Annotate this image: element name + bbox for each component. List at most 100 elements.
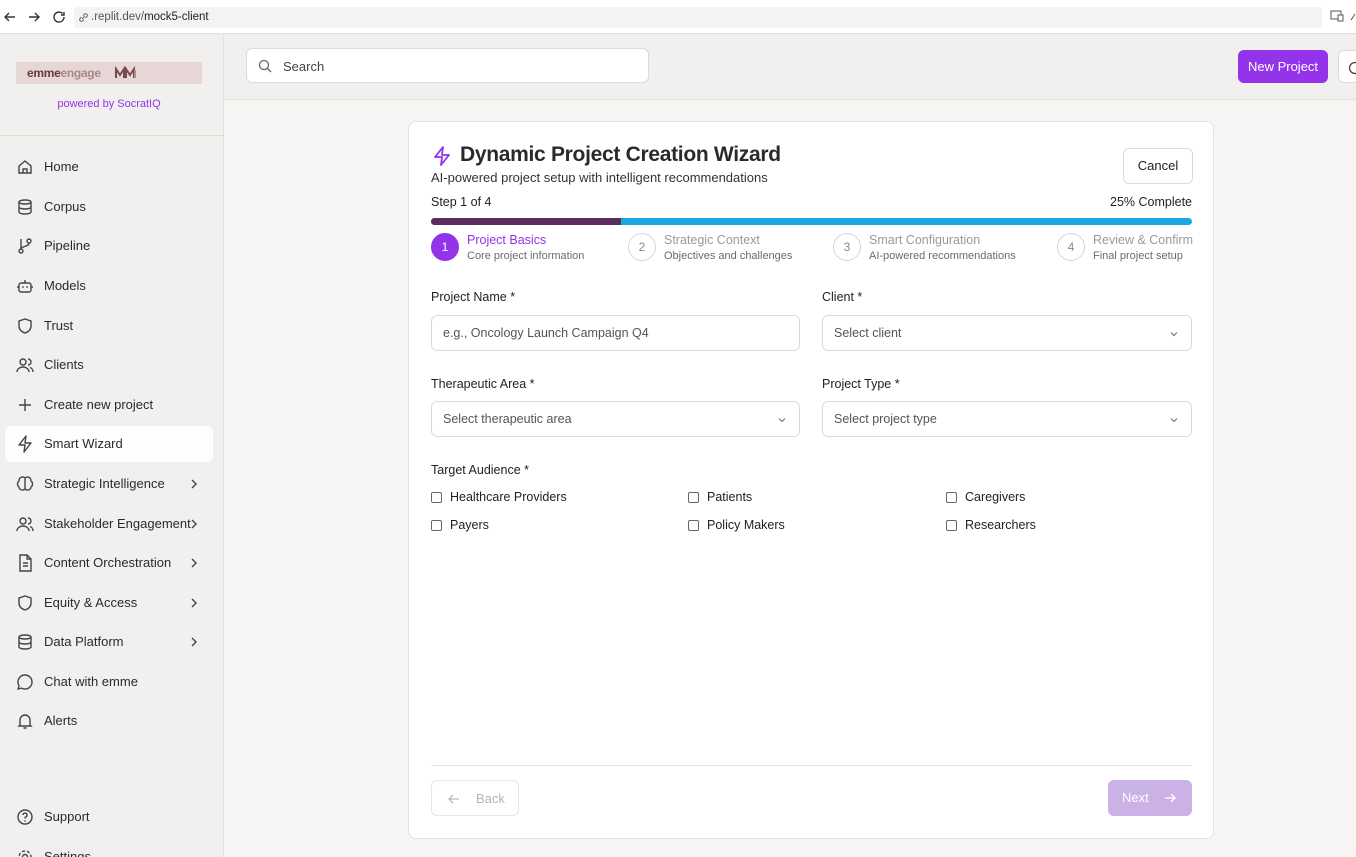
audience-option-label: Healthcare Providers (450, 490, 567, 504)
arrow-right-icon (1165, 793, 1176, 803)
users-icon (16, 517, 34, 532)
audience-option-label: Policy Makers (707, 518, 785, 532)
checkbox[interactable] (946, 519, 957, 531)
sidebar-item-equity-access[interactable]: Equity & Access (5, 585, 213, 621)
sidebar-item-smart-wizard[interactable]: Smart Wizard (5, 426, 213, 462)
brand-name-part1: emme (27, 66, 61, 80)
project-name-input[interactable]: e.g., Oncology Launch Campaign Q4 (431, 315, 800, 351)
audience-option-label: Caregivers (965, 490, 1026, 504)
back-arrow-icon[interactable] (2, 9, 18, 25)
client-select[interactable]: Select client (822, 315, 1192, 351)
sidebar-item-content-orchestration[interactable]: Content Orchestration (5, 545, 213, 581)
help-button[interactable] (1338, 50, 1356, 83)
step-description: AI-powered recommendations (869, 250, 1016, 262)
checkbox[interactable] (946, 491, 957, 503)
audience-option[interactable]: Policy Makers (688, 518, 785, 532)
sidebar-item-settings[interactable]: Settings (5, 839, 213, 857)
search-input[interactable]: Search (246, 48, 649, 83)
zap-icon (434, 146, 450, 166)
sidebar-item-corpus[interactable]: Corpus (5, 189, 213, 225)
next-button-label: Next (1122, 790, 1149, 805)
next-button[interactable]: Next (1108, 780, 1192, 816)
target-audience-label: Target Audience * (431, 463, 529, 477)
wizard-subtitle: AI-powered project setup with intelligen… (431, 170, 768, 185)
chevron-down-icon (1170, 332, 1178, 337)
sidebar-item-pipeline[interactable]: Pipeline (5, 228, 213, 264)
sidebar-item-label: Strategic Intelligence (44, 476, 165, 491)
sidebar: emmeengage powered by SocratIQ Home Corp… (0, 34, 224, 857)
brand-logo[interactable]: emmeengage (16, 62, 202, 84)
sidebar-item-trust[interactable]: Trust (5, 308, 213, 344)
sidebar-item-clients[interactable]: Clients (5, 347, 213, 383)
audience-option[interactable]: Patients (688, 490, 752, 504)
back-button[interactable]: Back (431, 780, 519, 816)
sidebar-item-chat-with-emme[interactable]: Chat with emme (5, 664, 213, 700)
bell-icon (17, 714, 33, 729)
checkbox[interactable] (688, 519, 699, 531)
users-icon (16, 358, 34, 373)
sidebar-item-home[interactable]: Home (5, 149, 213, 185)
search-icon (258, 59, 272, 73)
sidebar-item-label: Stakeholder Engagement (44, 516, 191, 531)
sidebar-item-strategic-intelligence[interactable]: Strategic Intelligence (5, 466, 213, 502)
database-icon (18, 199, 32, 215)
sidebar-item-alerts[interactable]: Alerts (5, 703, 213, 739)
extension-icon[interactable] (1350, 10, 1356, 22)
cast-icon[interactable] (1330, 10, 1344, 22)
sidebar-item-label: Trust (44, 318, 74, 333)
back-button-label: Back (476, 791, 505, 806)
project-type-value: Select project type (834, 412, 937, 426)
checkbox[interactable] (431, 519, 442, 531)
audience-option-label: Payers (450, 518, 489, 532)
sidebar-item-data-platform[interactable]: Data Platform (5, 624, 213, 660)
sidebar-item-label: Alerts (44, 713, 78, 728)
sidebar-divider (0, 135, 224, 136)
help-circle-icon (1348, 61, 1356, 75)
forward-arrow-icon[interactable] (26, 9, 42, 25)
cancel-button[interactable]: Cancel (1123, 148, 1193, 184)
gear-icon (18, 850, 32, 857)
sidebar-item-support[interactable]: Support (5, 799, 213, 835)
checkbox[interactable] (431, 491, 442, 503)
reload-icon[interactable] (51, 9, 67, 25)
step-title: Project Basics (467, 233, 547, 247)
sidebar-item-label: Smart Wizard (44, 436, 123, 451)
audience-option[interactable]: Researchers (946, 518, 1036, 532)
step-title: Smart Configuration (869, 233, 981, 247)
sidebar-item-label: Data Platform (44, 634, 124, 649)
step-title: Strategic Context (664, 233, 760, 247)
new-project-button[interactable]: New Project (1238, 50, 1328, 83)
project-name-placeholder: e.g., Oncology Launch Campaign Q4 (443, 326, 649, 340)
therapeutic-area-select[interactable]: Select therapeutic area (431, 401, 800, 437)
checkbox[interactable] (688, 491, 699, 503)
audience-option[interactable]: Payers (431, 518, 489, 532)
step-title: Review & Confirm (1093, 233, 1194, 247)
therapeutic-area-label: Therapeutic Area * (431, 377, 535, 391)
address-bar[interactable]: .replit.dev/mock5-client (74, 7, 1322, 28)
site-info-icon[interactable] (78, 12, 89, 23)
sidebar-item-label: Corpus (44, 199, 86, 214)
sidebar-item-models[interactable]: Models (5, 268, 213, 304)
step-description: Core project information (467, 250, 585, 262)
shield-icon (18, 318, 32, 334)
chevron-right-icon (191, 519, 197, 529)
sidebar-item-label: Settings (44, 849, 91, 857)
plus-icon (19, 399, 31, 411)
sidebar-item-label: Pipeline (44, 238, 91, 253)
sidebar-item-create-new-project[interactable]: Create new project (5, 387, 213, 423)
project-type-label: Project Type * (822, 377, 900, 391)
audience-option[interactable]: Caregivers (946, 490, 1025, 504)
chevron-right-icon (191, 637, 197, 647)
sidebar-item-stakeholder-engagement[interactable]: Stakeholder Engagement (5, 506, 213, 542)
audience-option[interactable]: Healthcare Providers (431, 490, 567, 504)
sidebar-item-label: Content Orchestration (44, 555, 172, 570)
client-label: Client * (822, 290, 863, 304)
step-description: Objectives and challenges (664, 250, 793, 262)
chevron-right-icon (191, 598, 197, 608)
project-type-select[interactable]: Select project type (822, 401, 1192, 437)
step-number: 4 (1057, 233, 1085, 261)
help-circle-icon (17, 809, 33, 825)
step-counter: Step 1 of 4 (431, 195, 492, 209)
sidebar-item-label: Clients (44, 357, 84, 372)
sidebar-item-label: Equity & Access (44, 595, 138, 610)
